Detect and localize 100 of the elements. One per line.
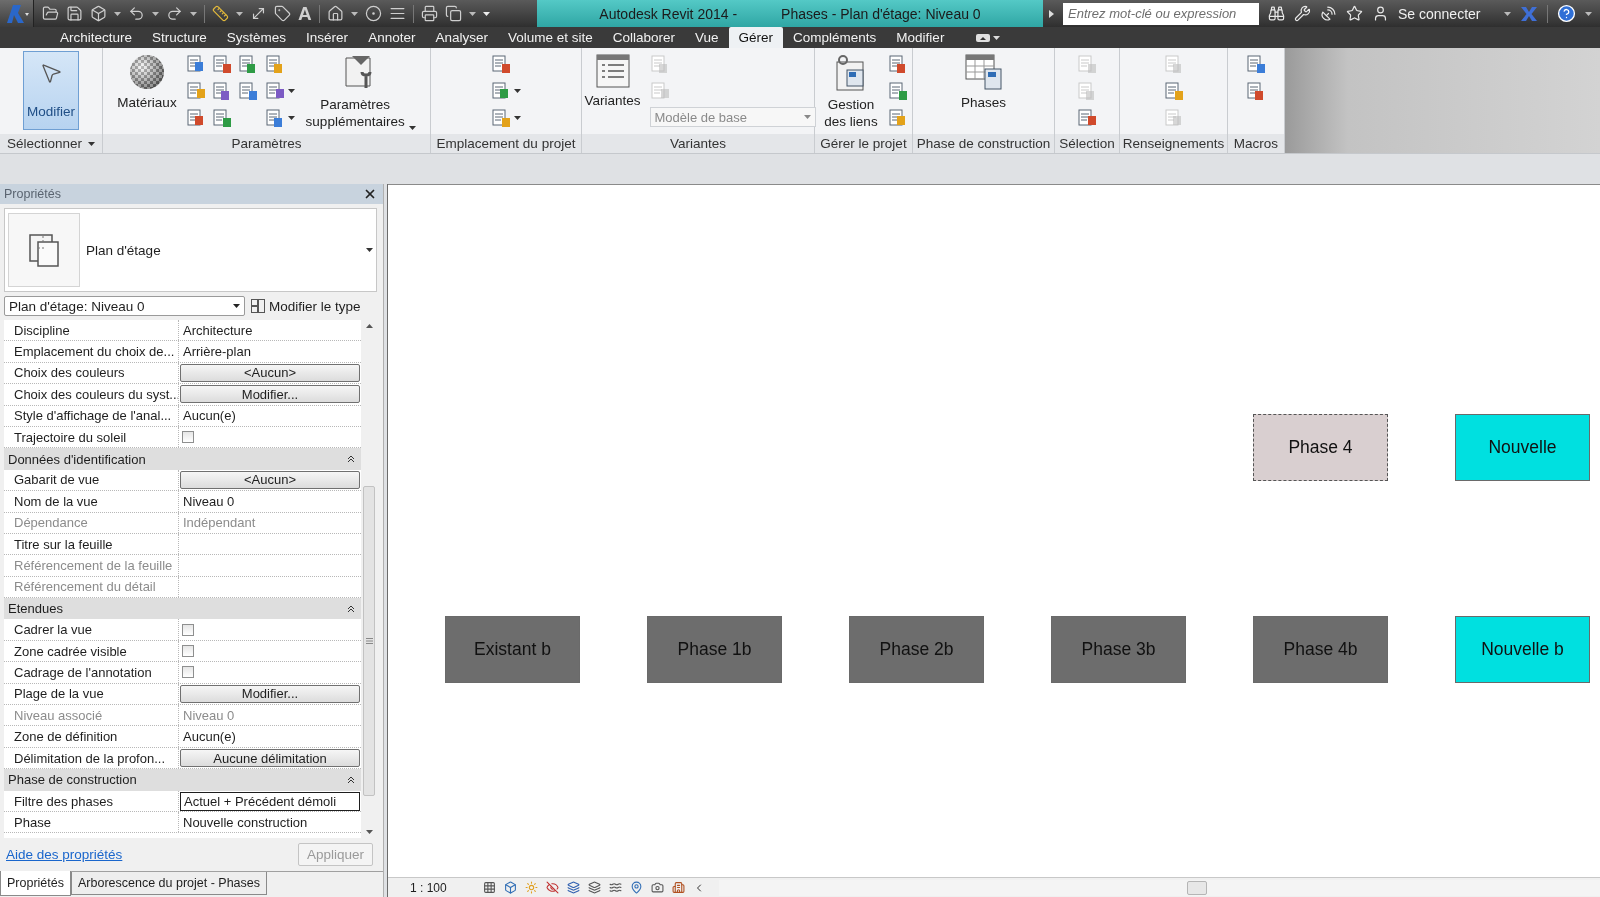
property-button[interactable]: <Aucun> <box>180 363 360 382</box>
binoculars-icon[interactable] <box>1268 5 1285 22</box>
windows-icon[interactable] <box>444 5 462 22</box>
caret-icon[interactable] <box>88 141 96 146</box>
ribbon-tab[interactable]: Vue <box>685 27 729 48</box>
property-button[interactable]: Modifier... <box>180 385 360 404</box>
ribbon-tab[interactable]: Compléments <box>783 27 887 48</box>
checkbox[interactable] <box>182 666 194 679</box>
tool-button[interactable] <box>211 107 234 128</box>
ribbon-tab[interactable]: Analyser <box>425 27 498 48</box>
tool-button[interactable] <box>491 53 511 74</box>
property-button[interactable]: Aucune délimitation <box>180 749 360 767</box>
dimension-icon[interactable] <box>250 5 267 22</box>
sheet-icon[interactable] <box>264 80 285 101</box>
ribbon-button[interactable]: Matériaux <box>113 51 181 134</box>
tool-button[interactable] <box>491 107 521 128</box>
cube-icon[interactable] <box>503 881 517 894</box>
group-header[interactable]: Données d'identification <box>4 448 361 470</box>
undo-icon[interactable] <box>128 5 145 22</box>
layers-icon[interactable] <box>566 881 580 894</box>
help-icon[interactable] <box>1556 4 1576 23</box>
ribbon-button[interactable]: Variantes <box>580 51 645 134</box>
tool-button[interactable] <box>264 107 295 128</box>
instance-dropdown[interactable]: Plan d'étage: Niveau 0 <box>4 296 245 316</box>
sheet-icon[interactable] <box>491 80 511 101</box>
open-icon[interactable] <box>42 5 59 22</box>
collapse-icon[interactable] <box>347 455 355 464</box>
ribbon-button[interactable]: Paramètres supplémentaires <box>299 51 420 134</box>
tag-icon[interactable] <box>274 5 291 22</box>
caret-icon[interactable] <box>408 126 416 130</box>
tool-button[interactable] <box>264 80 295 101</box>
tool-button[interactable] <box>491 80 521 101</box>
satellite-dish-icon[interactable] <box>1320 5 1337 22</box>
ribbon-tab[interactable]: Architecture <box>50 27 143 48</box>
tool-button[interactable] <box>1246 53 1266 74</box>
layers-icon[interactable] <box>587 881 601 894</box>
ribbon-tab[interactable]: Modifier <box>886 27 955 48</box>
property-field[interactable]: Actuel + Précédent démoli <box>180 791 360 811</box>
ribbon-button[interactable]: Gestion des liens <box>819 51 883 134</box>
group-header[interactable]: Etendues <box>4 598 361 620</box>
edit-type-icon[interactable] <box>251 299 265 313</box>
sheet-icon[interactable] <box>264 107 285 128</box>
search-field[interactable]: Entrez mot-clé ou expression <box>1063 2 1259 25</box>
scroll-up-icon[interactable] <box>365 324 373 328</box>
property-button[interactable]: <Aucun> <box>180 470 360 489</box>
edit-type-button[interactable]: Modifier le type <box>251 298 361 314</box>
caret-icon[interactable] <box>514 115 521 120</box>
tool-button[interactable] <box>237 80 260 101</box>
caret-icon[interactable] <box>993 35 1001 40</box>
caret-icon[interactable] <box>233 304 240 308</box>
sign-in-link[interactable]: Se connecter <box>1398 5 1481 22</box>
grid-icon[interactable] <box>482 881 496 894</box>
lines-icon[interactable] <box>388 5 406 22</box>
minimize-ribbon-icon[interactable] <box>976 33 991 42</box>
print-icon[interactable] <box>420 5 438 22</box>
pin-icon[interactable] <box>629 881 643 894</box>
star-icon[interactable] <box>1346 5 1363 22</box>
expand-icon[interactable] <box>1049 9 1054 18</box>
help-link[interactable]: Aide des propriétés <box>6 847 123 862</box>
caret-icon[interactable] <box>287 88 295 93</box>
tool-button[interactable] <box>1077 107 1097 128</box>
camera-icon[interactable] <box>650 881 664 894</box>
collapse-icon[interactable] <box>347 604 355 613</box>
panel-tab[interactable]: Arborescence du projet - Phases <box>71 872 268 895</box>
ribbon-tab[interactable]: Gérer <box>728 27 784 48</box>
caret-icon[interactable] <box>287 115 295 120</box>
scale-label[interactable]: 1 : 100 <box>410 880 447 895</box>
scrollbar-thumb[interactable] <box>1186 880 1207 895</box>
wrench-icon[interactable] <box>1294 5 1311 22</box>
eye-off-icon[interactable] <box>545 881 559 894</box>
group-header[interactable]: Phase de construction <box>4 769 361 791</box>
close-icon[interactable] <box>363 187 377 201</box>
caret-icon[interactable] <box>366 248 373 252</box>
ribbon-tab[interactable]: Systèmes <box>216 27 297 48</box>
save-icon[interactable] <box>66 5 83 22</box>
scroll-down-icon[interactable] <box>365 830 373 834</box>
panel-label[interactable]: Sélectionner <box>0 134 102 153</box>
house-icon[interactable] <box>326 5 344 22</box>
property-button[interactable]: Modifier... <box>180 684 360 703</box>
ribbon-button[interactable]: Modifier <box>23 51 79 130</box>
ribbon-tab[interactable]: Insérer <box>296 27 359 48</box>
checkbox[interactable] <box>182 623 194 636</box>
ribbon-tab[interactable]: Collaborer <box>602 27 686 48</box>
ruler-icon[interactable] <box>212 5 229 22</box>
tool-button[interactable] <box>888 80 908 101</box>
ribbon-tab[interactable]: Annoter <box>358 27 426 48</box>
collapse-icon[interactable] <box>347 775 355 784</box>
building-icon[interactable] <box>671 881 685 894</box>
redo-icon[interactable] <box>166 5 183 22</box>
caret-icon[interactable] <box>514 88 521 93</box>
tool-button[interactable] <box>1246 80 1266 101</box>
ribbon-tab[interactable]: Structure <box>142 27 217 48</box>
user-icon[interactable] <box>1372 5 1389 22</box>
panel-tab[interactable]: Propriétés <box>0 871 71 896</box>
ribbon-button[interactable]: Phases <box>951 51 1016 134</box>
scrollbar-thumb[interactable] <box>363 486 375 796</box>
tool-button[interactable] <box>888 53 908 74</box>
text-tool-icon[interactable]: A <box>298 4 312 23</box>
checkbox[interactable] <box>182 431 194 444</box>
ribbon-tab[interactable]: Volume et site <box>497 27 603 48</box>
